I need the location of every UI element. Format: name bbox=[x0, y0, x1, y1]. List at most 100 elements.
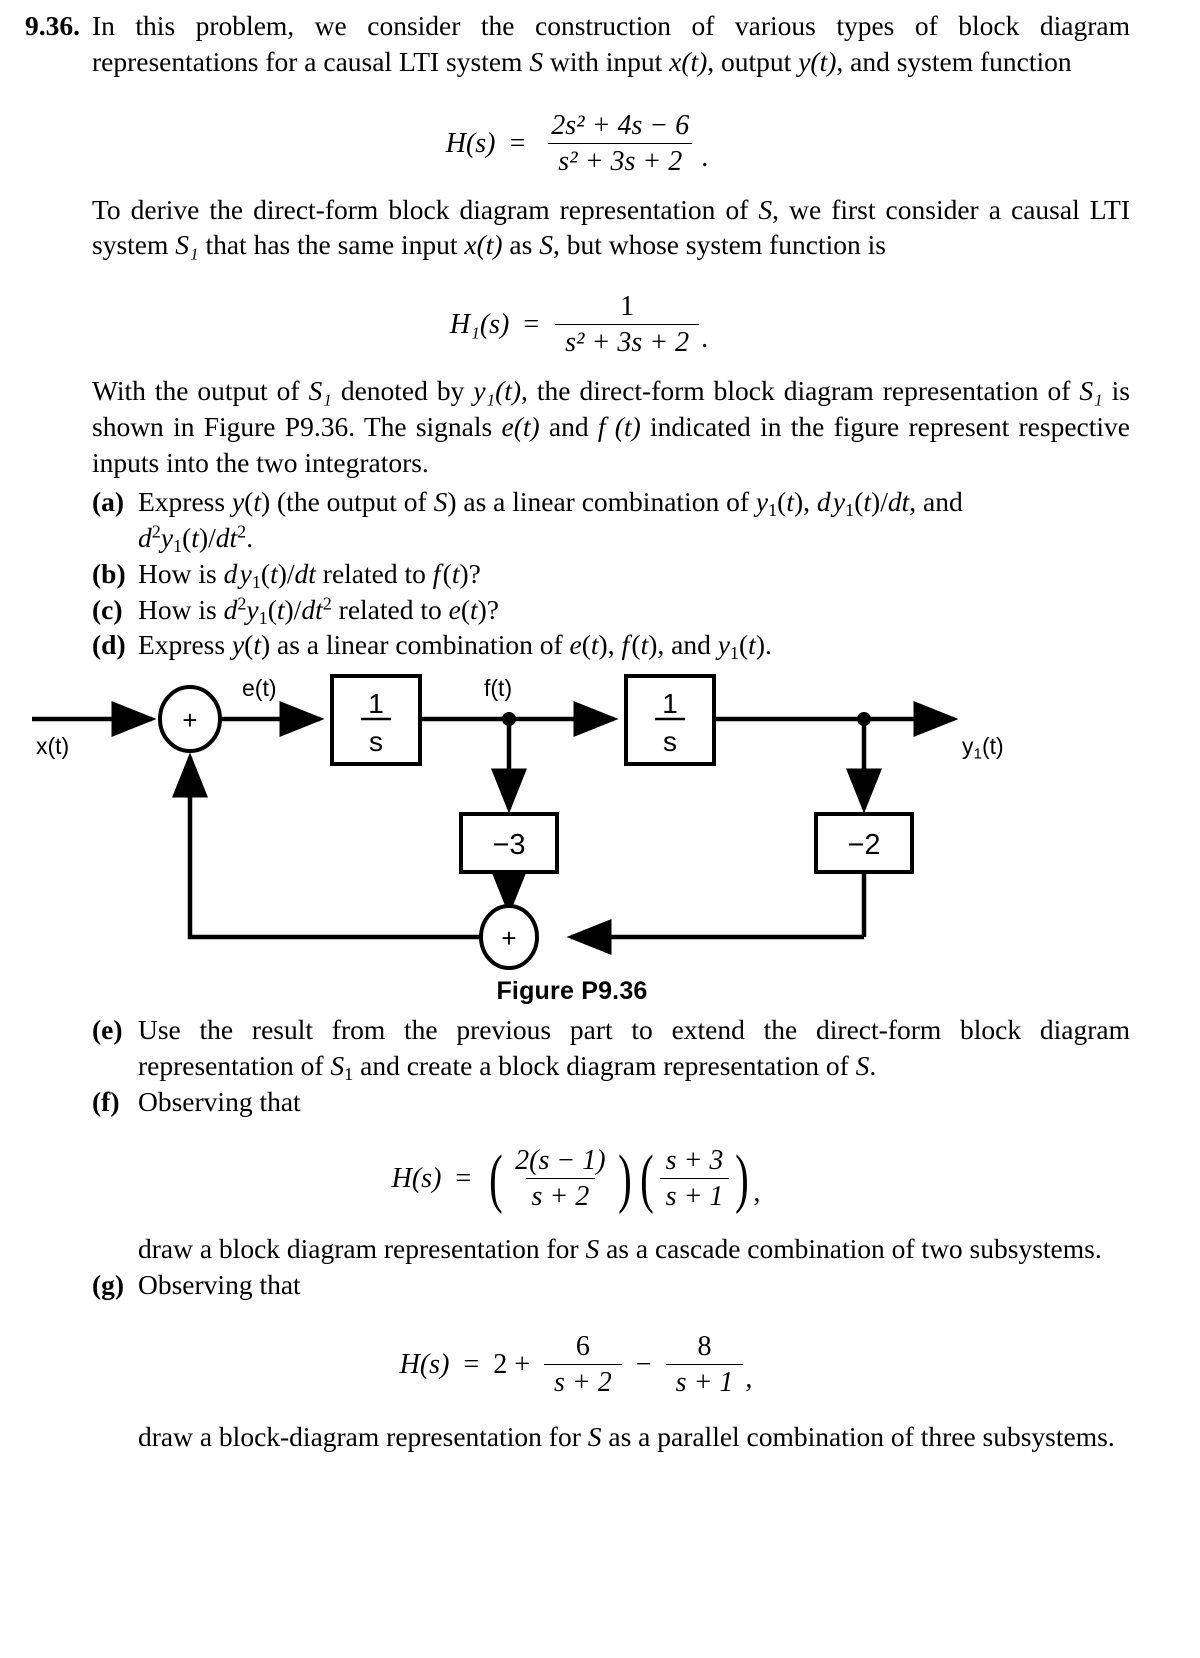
part-d-label: (d) bbox=[92, 629, 126, 661]
paren-open-2: ( bbox=[639, 1142, 654, 1216]
figure-p936: + 1 s 1 s −3 −2 + x(t) e(t) f(t) y1(t) bbox=[14, 671, 1130, 971]
intro-symbol-S: S bbox=[529, 45, 544, 77]
part-b-label: (b) bbox=[92, 557, 126, 589]
withoutput-symbol-e: e(t) bbox=[501, 410, 540, 442]
part-g-label: (g) bbox=[92, 1269, 125, 1300]
withoutput-symbol-S1b: S₁ bbox=[1079, 375, 1103, 406]
equation-h1-lhs: H₁(s) bbox=[449, 309, 510, 340]
equation-h1: H₁(s) = 1 s² + 3s + 2 . bbox=[28, 291, 1130, 359]
problem-heading: 9.36. In this problem, we consider the c… bbox=[14, 8, 1130, 80]
withoutput-symbol-f: f (t) bbox=[597, 410, 641, 442]
equation-h-parallel-equals: = bbox=[463, 1348, 480, 1380]
part-e-label: (e) bbox=[92, 1014, 123, 1045]
equation-h-parallel-constant: 2 + bbox=[493, 1348, 530, 1380]
part-f: (f) Observing that bbox=[92, 1084, 1130, 1120]
integrator-2-numerator: 1 bbox=[662, 688, 678, 719]
equation-h-cascade-factor2-num: s + 3 bbox=[665, 1145, 724, 1177]
part-f-text: Observing that bbox=[138, 1085, 301, 1117]
equation-h1-numerator: 1 bbox=[620, 291, 635, 322]
derive-text-d: as bbox=[502, 229, 540, 261]
summer-bottom-plus: + bbox=[501, 923, 516, 953]
equation-h-cascade-equals: = bbox=[455, 1163, 472, 1195]
part-c: (c) How is d2y1(t)/dt2 related to e(t)? bbox=[92, 592, 1130, 628]
derive-text-e: , but whose system function is bbox=[552, 229, 886, 261]
part-b-text: How is d y1(t)/dt related to f (t)? bbox=[138, 557, 481, 592]
equation-h-parallel-term1-den: s + 2 bbox=[543, 1363, 622, 1399]
part-e-text: Use the result from the previous part to… bbox=[138, 1014, 1130, 1084]
equation-h-main-trailing: . bbox=[701, 141, 709, 173]
equation-h-main-numerator: 2s² + 4s − 6 bbox=[551, 109, 690, 141]
equation-h-main-lhs: H(s) bbox=[445, 127, 496, 159]
gain-minus2-label: −2 bbox=[847, 829, 880, 861]
equation-h-parallel-lhs: H(s) bbox=[399, 1348, 450, 1380]
figure-label-f: f(t) bbox=[484, 675, 513, 701]
figure-label-e: e(t) bbox=[242, 675, 277, 701]
part-a-text: Express y(t) (the output of S) as a line… bbox=[138, 486, 963, 557]
equation-h-parallel-term1-num: 6 bbox=[575, 1330, 590, 1362]
derive-text-a: To derive the direct-form block diagram … bbox=[92, 193, 759, 225]
equation-h1-trailing: . bbox=[701, 323, 709, 354]
derive-symbol-S1: S₁ bbox=[175, 229, 199, 261]
withoutput-text-f: and bbox=[539, 410, 598, 442]
equation-h-parallel-term2-num: 8 bbox=[697, 1330, 712, 1362]
part-a-label: (a) bbox=[92, 486, 125, 518]
equation-h-cascade-lhs: H(s) bbox=[391, 1163, 442, 1195]
derive-symbol-S: S bbox=[758, 193, 773, 225]
derive-symbol-S2: S bbox=[539, 229, 553, 261]
equation-h-parallel-term1: 6 s + 2 bbox=[543, 1330, 622, 1399]
equation-h-cascade-factor2-den: s + 1 bbox=[659, 1178, 730, 1213]
equation-h-main-fraction: 2s² + 4s − 6 s² + 3s + 2 bbox=[541, 110, 699, 178]
intro-line3: function bbox=[979, 45, 1072, 77]
equation-h-parallel-term2: 8 s + 1 bbox=[665, 1330, 744, 1399]
equation-h1-denominator: s² + 3s + 2 bbox=[555, 324, 700, 359]
intro-line2b: with input bbox=[543, 45, 670, 77]
part-a: (a) Express y(t) (the output of S) as a … bbox=[92, 484, 1130, 556]
intro-line2d: , and system bbox=[836, 45, 974, 77]
equation-h1-fraction: 1 s² + 3s + 2 bbox=[555, 291, 700, 359]
part-b: (b) How is d y1(t)/dt related to f (t)? bbox=[92, 556, 1130, 592]
intro-symbol-x: x(t) bbox=[669, 45, 708, 77]
integrator-1-denominator: s bbox=[369, 726, 383, 757]
problem-intro: In this problem, we consider the constru… bbox=[92, 8, 1130, 80]
withoutput-text-b: denoted by bbox=[331, 375, 474, 406]
paragraph-with-output: With the output of S₁ denoted by y₁(t), … bbox=[92, 373, 1130, 480]
part-f-after: draw a block diagram representation for … bbox=[138, 1233, 1102, 1265]
integrator-2-denominator: s bbox=[663, 726, 677, 757]
equation-h-cascade-factor1-den: s + 2 bbox=[525, 1178, 596, 1213]
equation-h-cascade: H(s) = ( 2(s − 1) s + 2 ) ( s + 3 s + 1 … bbox=[22, 1145, 1130, 1213]
equation-h-main-denominator: s² + 3s + 2 bbox=[548, 142, 693, 178]
intro-line2c: , output bbox=[707, 45, 799, 77]
part-g-text: Observing that bbox=[138, 1269, 301, 1300]
paren-close-2: ) bbox=[735, 1142, 750, 1216]
intro-line2a: representations for a causal LTI system bbox=[92, 45, 530, 77]
summer-top-plus: + bbox=[182, 705, 197, 735]
gain-minus3-label: −3 bbox=[492, 829, 525, 861]
intro-symbol-y: y(t) bbox=[798, 45, 837, 77]
equation-h1-equals: = bbox=[523, 309, 540, 340]
part-g-after: draw a block-diagram representation for … bbox=[138, 1420, 1115, 1452]
equation-h-parallel-minus: − bbox=[635, 1348, 652, 1380]
equation-h-cascade-factor1-num: 2(s − 1) bbox=[515, 1145, 606, 1177]
wire-feedback bbox=[187, 769, 481, 940]
derive-text-c: that has the same input bbox=[198, 229, 465, 261]
intro-line1: In this problem, we consider the constru… bbox=[92, 10, 1130, 41]
equation-h-main: H(s) = 2s² + 4s − 6 s² + 3s + 2 . bbox=[24, 110, 1130, 178]
paren-close-1: ) bbox=[617, 1142, 632, 1216]
part-d-text: Express y(t) as a linear combination of … bbox=[138, 629, 772, 664]
integrator-1-numerator: 1 bbox=[368, 688, 384, 719]
paren-open-1: ( bbox=[489, 1142, 503, 1216]
part-e: (e) Use the result from the previous par… bbox=[92, 1012, 1130, 1084]
figure-label-output: y1(t) bbox=[962, 733, 1004, 763]
withoutput-text-a: With the output of bbox=[92, 375, 309, 406]
equation-h-parallel: H(s) = 2 + 6 s + 2 − 8 s + 1 , bbox=[22, 1331, 1130, 1399]
derive-symbol-x: x(t) bbox=[464, 229, 503, 261]
equation-h-cascade-factor2: s + 3 s + 1 bbox=[659, 1145, 730, 1213]
equation-h-cascade-factor1: 2(s − 1) s + 2 bbox=[509, 1145, 611, 1213]
paragraph-derive: To derive the direct-form block diagram … bbox=[92, 192, 1130, 264]
withoutput-symbol-y1: y₁(t) bbox=[473, 375, 522, 406]
part-f-label: (f) bbox=[92, 1085, 120, 1117]
part-c-text: How is d2y1(t)/dt2 related to e(t)? bbox=[138, 593, 500, 628]
block-diagram-svg: + 1 s 1 s −3 −2 + bbox=[32, 674, 959, 970]
figure-caption: Figure P9.36 bbox=[496, 977, 648, 1005]
part-c-label: (c) bbox=[92, 593, 123, 625]
